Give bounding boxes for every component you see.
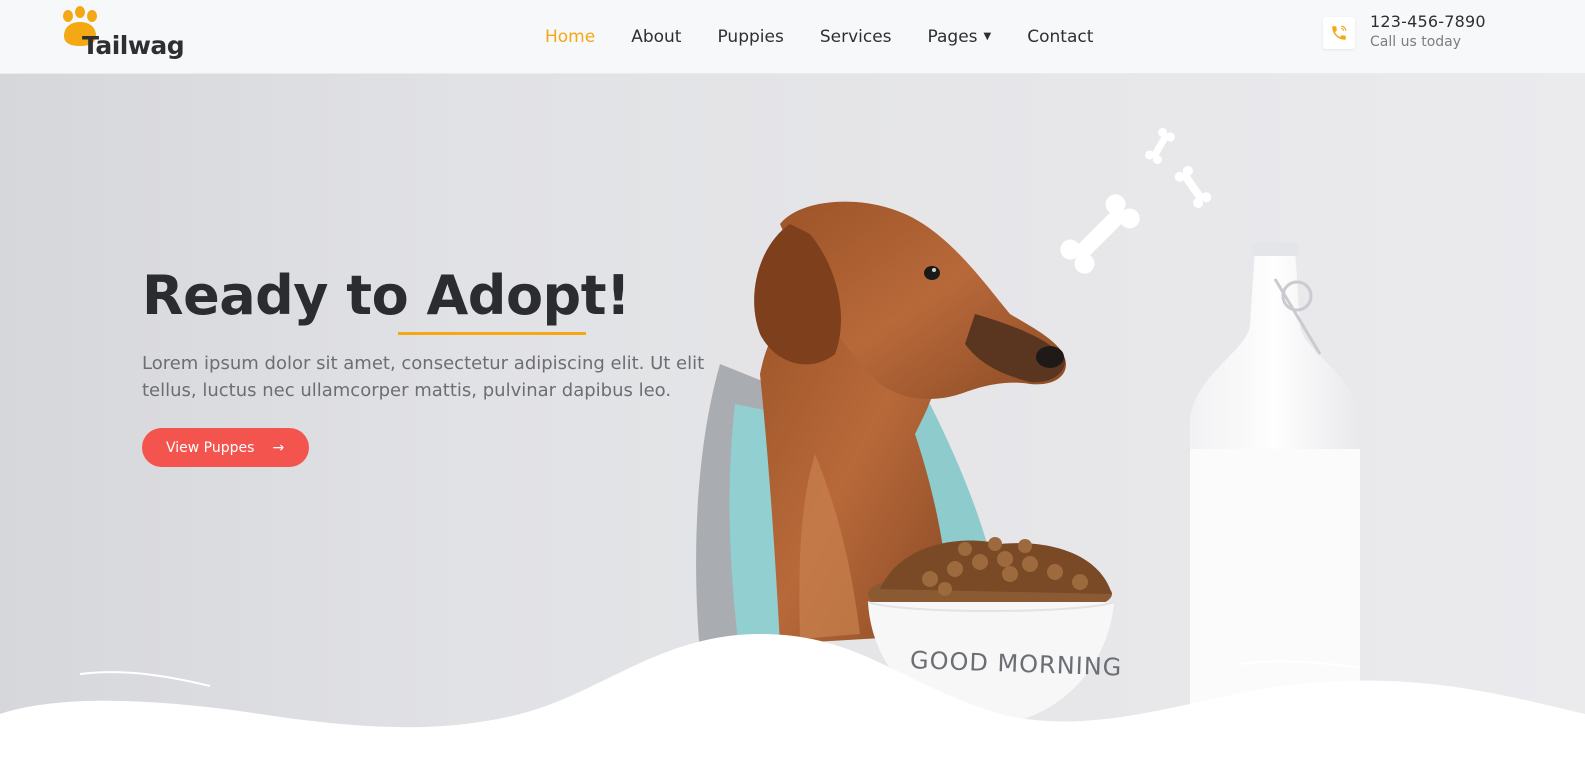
main-nav: Home About Puppies Services Pages ▼ Cont… <box>545 0 1129 74</box>
nav-puppies[interactable]: Puppies <box>717 27 783 47</box>
cta-label: View Puppes <box>166 439 255 456</box>
arrow-right-icon: → <box>272 439 285 456</box>
site-header: Tailwag Home About Puppies Services Page… <box>0 0 1585 74</box>
header-contact: 123-456-7890 Call us today <box>1323 12 1543 62</box>
nav-services[interactable]: Services <box>820 27 892 47</box>
nav-about[interactable]: About <box>631 27 681 47</box>
nav-pages-label: Pages <box>927 27 978 47</box>
nav-pages-dropdown[interactable]: Pages ▼ <box>928 27 992 47</box>
hero-illustration <box>0 127 1585 759</box>
phone-subtitle: Call us today <box>1370 34 1462 50</box>
nav-contact[interactable]: Contact <box>1027 27 1093 47</box>
phone-icon-svg <box>1332 25 1347 40</box>
milk-bottle-image <box>1190 242 1360 714</box>
brand-logo[interactable]: Tailwag <box>58 6 198 66</box>
caret-down-icon: ▼ <box>983 30 992 42</box>
bowl-label: GOOD MORNING <box>909 646 1123 682</box>
hero-description: Lorem ipsum dolor sit amet, consectetur … <box>142 353 705 401</box>
page: Tailwag Home About Puppies Services Page… <box>0 0 1585 759</box>
brand-name: Tailwag <box>82 31 185 60</box>
phone-number[interactable]: 123-456-7890 <box>1370 12 1486 32</box>
nav-home[interactable]: Home <box>545 27 595 47</box>
bone-icon <box>1060 127 1212 274</box>
contact-text: 123-456-7890 Call us today <box>1370 12 1486 52</box>
phone-icon <box>1323 17 1355 49</box>
hero-section: GOOD MORNING Ready to Adopt! Lorem ipsum… <box>0 74 1585 759</box>
hero-title: Ready to Adopt! <box>142 264 631 327</box>
title-underline <box>398 332 586 335</box>
view-puppies-button[interactable]: View Puppes → <box>142 428 309 467</box>
